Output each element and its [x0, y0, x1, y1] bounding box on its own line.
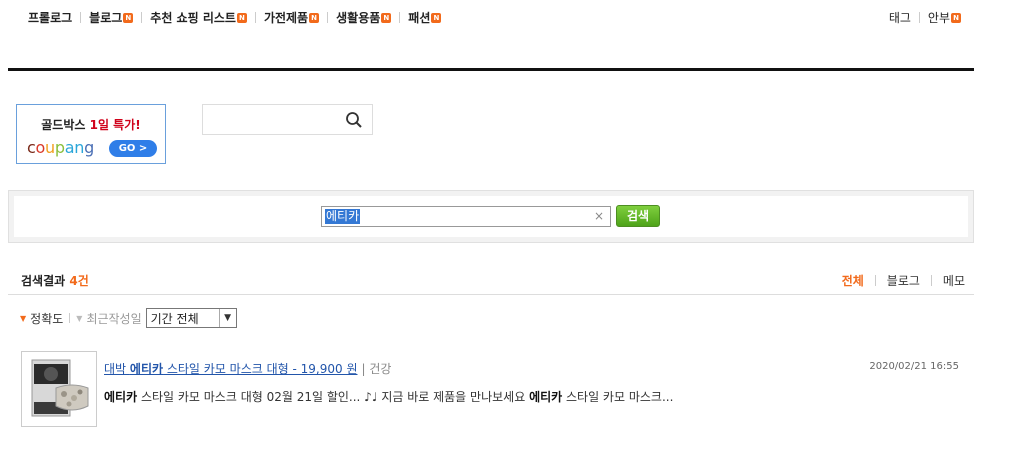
search-icon[interactable]	[345, 111, 363, 132]
snippet-text: 스타일 카모 마스크 대형 02월 21일 할인... ♪♩ 지금 바로 제품을…	[137, 390, 530, 404]
new-badge: N	[431, 12, 442, 23]
search-query-text[interactable]: 에티카	[325, 209, 361, 224]
nav-label[interactable]: 가전제품	[264, 9, 308, 26]
chevron-down-icon[interactable]: ▼	[218, 309, 236, 327]
divider	[930, 275, 932, 286]
result-count: 4건	[69, 274, 89, 288]
new-badge: N	[951, 12, 961, 23]
result-item-title: 대박 에티카 스타일 카모 마스크 대형 - 19,900 원 | 건강	[104, 360, 391, 377]
search-input[interactable]: 에티카 ×	[321, 206, 611, 227]
divider	[80, 12, 82, 23]
nav-label[interactable]: 패션	[408, 9, 430, 26]
nav-item-tag[interactable]: 태그	[889, 9, 911, 26]
header-divider	[8, 68, 974, 71]
nav-label[interactable]: 생활용품	[336, 9, 380, 26]
divider	[874, 275, 876, 286]
nav-item-household[interactable]: 생활용품 N	[336, 9, 392, 26]
divider	[327, 12, 329, 23]
new-badge: N	[123, 12, 134, 23]
new-badge: N	[236, 12, 247, 23]
tab-blog[interactable]: 블로그	[887, 272, 920, 289]
snippet-keyword: 에티카	[529, 390, 563, 404]
divider	[918, 12, 920, 23]
result-thumbnail[interactable]	[21, 351, 97, 427]
banner-title-highlight: 1일 특가!	[89, 118, 141, 132]
blog-search-box[interactable]	[202, 104, 373, 135]
new-badge: N	[381, 12, 392, 23]
nav-label[interactable]: 프롤로그	[28, 9, 72, 26]
snippet-keyword: 에티카	[104, 390, 138, 404]
nav-label[interactable]: 추천 쇼핑 리스트	[150, 9, 236, 26]
result-item-snippet: 에티카 스타일 카모 마스크 대형 02월 21일 할인... ♪♩ 지금 바로…	[104, 388, 673, 405]
search-button[interactable]: 검색	[616, 205, 660, 227]
top-right-nav: 태그 안부 N	[889, 9, 961, 26]
result-item-date: 2020/02/21 16:55	[869, 361, 959, 372]
sort-down-icon: ▼	[20, 313, 27, 323]
tab-all[interactable]: 전체	[842, 272, 864, 289]
divider	[8, 294, 974, 295]
banner-title: 골드박스 1일 특가!	[17, 116, 165, 133]
result-title-label: 검색결과	[21, 274, 66, 288]
divider	[69, 313, 71, 323]
divider	[141, 12, 143, 23]
coupang-logo: coupang	[27, 138, 94, 157]
sort-recent[interactable]: 최근작성일	[86, 310, 141, 327]
banner-go-button[interactable]: GO >	[109, 140, 157, 157]
banner-title-prefix: 골드박스	[41, 118, 90, 132]
sort-options: ▼ 정확도 ▼ 최근작성일 기간 전체 ▼	[20, 308, 237, 328]
title-pre[interactable]: 대박	[104, 362, 130, 376]
divider	[399, 12, 401, 23]
coupang-banner[interactable]: 골드박스 1일 특가! coupang GO >	[16, 104, 166, 164]
sort-accuracy[interactable]: 정확도	[30, 310, 63, 327]
period-select-value: 기간 전체	[150, 311, 199, 326]
title-post[interactable]: 스타일 카모 마스크 대형 - 19,900 원	[163, 362, 358, 376]
nav-item-fashion[interactable]: 패션 N	[408, 9, 442, 26]
period-select[interactable]: 기간 전체 ▼	[145, 308, 237, 328]
result-item-category[interactable]: | 건강	[362, 362, 392, 376]
nav-item-blog[interactable]: 블로그 N	[89, 9, 134, 26]
top-nav: 프롤로그 블로그 N 추천 쇼핑 리스트 N 가전제품 N 생활용품 N 패션 N	[28, 9, 442, 26]
new-badge: N	[309, 12, 320, 23]
divider	[254, 12, 256, 23]
sort-down-icon: ▼	[76, 313, 83, 323]
clear-icon[interactable]: ×	[594, 209, 604, 223]
result-tabs: 전체 블로그 메모	[842, 272, 965, 289]
nav-item-appliances[interactable]: 가전제품 N	[264, 9, 320, 26]
nav-item-guestbook[interactable]: 안부	[928, 9, 950, 26]
nav-label[interactable]: 블로그	[89, 9, 122, 26]
tab-memo[interactable]: 메모	[943, 272, 965, 289]
nav-item-prologue[interactable]: 프롤로그	[28, 9, 72, 26]
result-title: 검색결과 4건	[21, 272, 89, 289]
title-keyword[interactable]: 에티카	[130, 362, 163, 376]
result-item-link[interactable]: 대박 에티카 스타일 카모 마스크 대형 - 19,900 원	[104, 362, 358, 376]
nav-item-shopping-list[interactable]: 추천 쇼핑 리스트 N	[150, 9, 247, 26]
snippet-text: 스타일 카모 마스크...	[562, 390, 674, 404]
